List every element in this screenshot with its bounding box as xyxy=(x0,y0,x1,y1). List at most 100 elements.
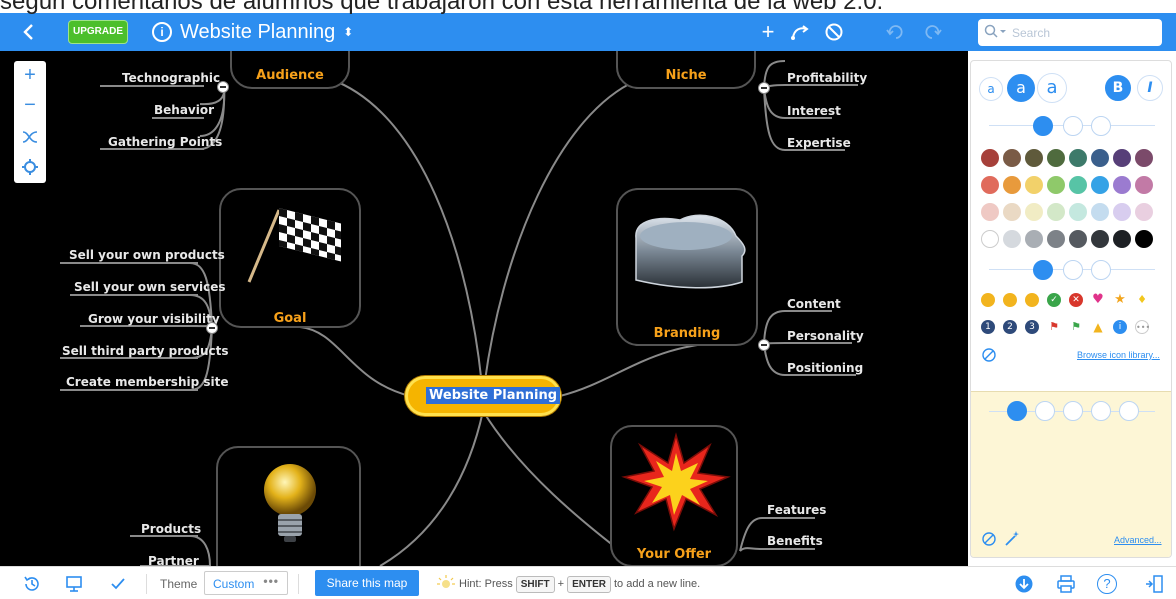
history-icon[interactable] xyxy=(22,574,42,594)
node-expertise[interactable]: Expertise xyxy=(787,136,851,150)
clear-style-icon[interactable] xyxy=(981,531,997,547)
node-technographic[interactable]: Technographic xyxy=(122,71,220,85)
download-icon[interactable] xyxy=(1014,574,1034,594)
node-profitability[interactable]: Profitability xyxy=(787,71,867,85)
more-icons-icon[interactable]: ••• xyxy=(1135,320,1150,334)
italic-button[interactable]: I xyxy=(1137,75,1163,101)
red-flag-icon[interactable]: ⚑ xyxy=(1047,320,1061,334)
arrow-tab-icon[interactable] xyxy=(1063,401,1083,421)
number-3-icon[interactable]: 3 xyxy=(1025,320,1039,334)
node-interest[interactable]: Interest xyxy=(787,104,841,118)
redo-icon[interactable] xyxy=(922,20,946,44)
font-size-medium-button[interactable]: a xyxy=(1007,74,1035,102)
video-tab[interactable] xyxy=(1091,260,1111,280)
no-icon-icon[interactable] xyxy=(981,347,997,363)
color-swatch[interactable] xyxy=(1135,230,1153,248)
help-icon[interactable]: ? xyxy=(1097,574,1117,594)
color-swatch[interactable] xyxy=(1113,176,1131,194)
node-benefits[interactable]: Benefits xyxy=(767,534,823,548)
node-behavior[interactable]: Behavior xyxy=(154,103,214,117)
advanced-link[interactable]: Advanced... xyxy=(1114,535,1162,545)
print-icon[interactable] xyxy=(1056,574,1076,594)
color-swatch[interactable] xyxy=(981,176,999,194)
notes-area[interactable]: Advanced... xyxy=(971,391,1171,557)
color-swatch[interactable] xyxy=(1047,203,1065,221)
toggle-panel-icon[interactable] xyxy=(1144,574,1164,594)
color-swatch[interactable] xyxy=(1135,149,1153,167)
color-swatch[interactable] xyxy=(1047,230,1065,248)
zoom-in-icon[interactable]: + xyxy=(20,65,40,85)
mindmap-canvas[interactable]: Audience Niche Goal Branding Your Offer … xyxy=(0,51,968,566)
node-sell-products[interactable]: Sell your own products xyxy=(69,248,225,262)
cross-emoji-icon[interactable]: ✕ xyxy=(1069,293,1083,307)
more-dots-icon[interactable]: ••• xyxy=(263,574,279,588)
number-1-icon[interactable]: 1 xyxy=(981,320,995,334)
heart-icon[interactable]: ♥ xyxy=(1091,293,1105,307)
node-membership-site[interactable]: Create membership site xyxy=(66,375,229,389)
color-swatch[interactable] xyxy=(1003,176,1021,194)
number-2-icon[interactable]: 2 xyxy=(1003,320,1017,334)
central-topic-label[interactable]: Website Planning xyxy=(426,387,561,404)
undo-icon[interactable] xyxy=(882,20,906,44)
color-swatch[interactable] xyxy=(1069,230,1087,248)
node-content[interactable]: Content xyxy=(787,297,841,311)
color-swatch[interactable] xyxy=(1047,149,1065,167)
magic-wand-icon[interactable] xyxy=(1003,530,1021,548)
color-swatch[interactable] xyxy=(981,203,999,221)
image-tab[interactable] xyxy=(1063,260,1083,280)
comment-tab-icon[interactable] xyxy=(1035,401,1055,421)
node-positioning[interactable]: Positioning xyxy=(787,361,863,375)
color-swatch[interactable] xyxy=(1047,176,1065,194)
relationship-icon[interactable] xyxy=(788,20,812,44)
color-swatch[interactable] xyxy=(1069,149,1087,167)
collapse-audience-icon[interactable] xyxy=(217,81,229,93)
color-palette-tab[interactable] xyxy=(1033,116,1053,136)
color-swatch[interactable] xyxy=(1135,176,1153,194)
node-sell-third-party[interactable]: Sell third party products xyxy=(62,344,228,358)
star-icon[interactable]: ★ xyxy=(1113,293,1127,307)
color-swatch[interactable] xyxy=(1113,203,1131,221)
check-emoji-icon[interactable]: ✓ xyxy=(1047,293,1061,307)
central-topic[interactable]: Website Planning xyxy=(405,376,561,416)
search-box[interactable] xyxy=(978,19,1162,46)
color-swatch[interactable] xyxy=(1025,149,1043,167)
topic-goal[interactable] xyxy=(219,188,361,328)
topic-idea[interactable] xyxy=(216,446,361,566)
node-personality[interactable]: Personality xyxy=(787,329,864,343)
node-grow-visibility[interactable]: Grow your visibility xyxy=(88,312,220,326)
color-swatch[interactable] xyxy=(1091,149,1109,167)
font-size-large-button[interactable]: a xyxy=(1037,73,1067,103)
collapse-branding-icon[interactable] xyxy=(758,339,770,351)
search-input[interactable] xyxy=(1012,23,1152,42)
warning-icon[interactable]: ▲ xyxy=(1091,320,1105,334)
topic-branding[interactable] xyxy=(616,188,758,346)
color-swatch[interactable] xyxy=(981,149,999,167)
node-partner[interactable]: Partner xyxy=(148,554,199,566)
bold-button[interactable]: B xyxy=(1105,75,1131,101)
color-swatch[interactable] xyxy=(1025,203,1043,221)
color-swatch[interactable] xyxy=(1003,149,1021,167)
color-swatch[interactable] xyxy=(1091,230,1109,248)
info-circle-icon[interactable]: i xyxy=(1113,320,1127,334)
color-swatch[interactable] xyxy=(1003,230,1021,248)
color-swatch[interactable] xyxy=(1025,176,1043,194)
browse-icon-library-link[interactable]: Browse icon library... xyxy=(1077,350,1160,360)
checkmark-icon[interactable] xyxy=(108,574,128,594)
share-map-button[interactable]: Share this map xyxy=(315,570,419,596)
link-tab-icon[interactable] xyxy=(1091,401,1111,421)
bulb-icon[interactable]: ♦ xyxy=(1135,293,1149,307)
gear-icon[interactable] xyxy=(20,157,40,177)
collapse-niche-icon[interactable] xyxy=(758,82,770,94)
chevron-updown-icon[interactable]: ⬍ xyxy=(343,25,353,39)
theme-select[interactable]: Custom ••• xyxy=(204,571,288,595)
task-tab-icon[interactable] xyxy=(1119,401,1139,421)
node-features[interactable]: Features xyxy=(767,503,826,517)
color-swatch[interactable] xyxy=(1003,203,1021,221)
cancel-icon[interactable] xyxy=(822,20,846,44)
text-color-tab[interactable] xyxy=(1063,116,1083,136)
neutral-emoji-icon[interactable] xyxy=(1025,293,1039,307)
add-node-icon[interactable]: + xyxy=(756,20,780,44)
color-swatch[interactable] xyxy=(1069,176,1087,194)
color-swatch[interactable] xyxy=(1091,203,1109,221)
presentation-icon[interactable] xyxy=(64,574,84,594)
